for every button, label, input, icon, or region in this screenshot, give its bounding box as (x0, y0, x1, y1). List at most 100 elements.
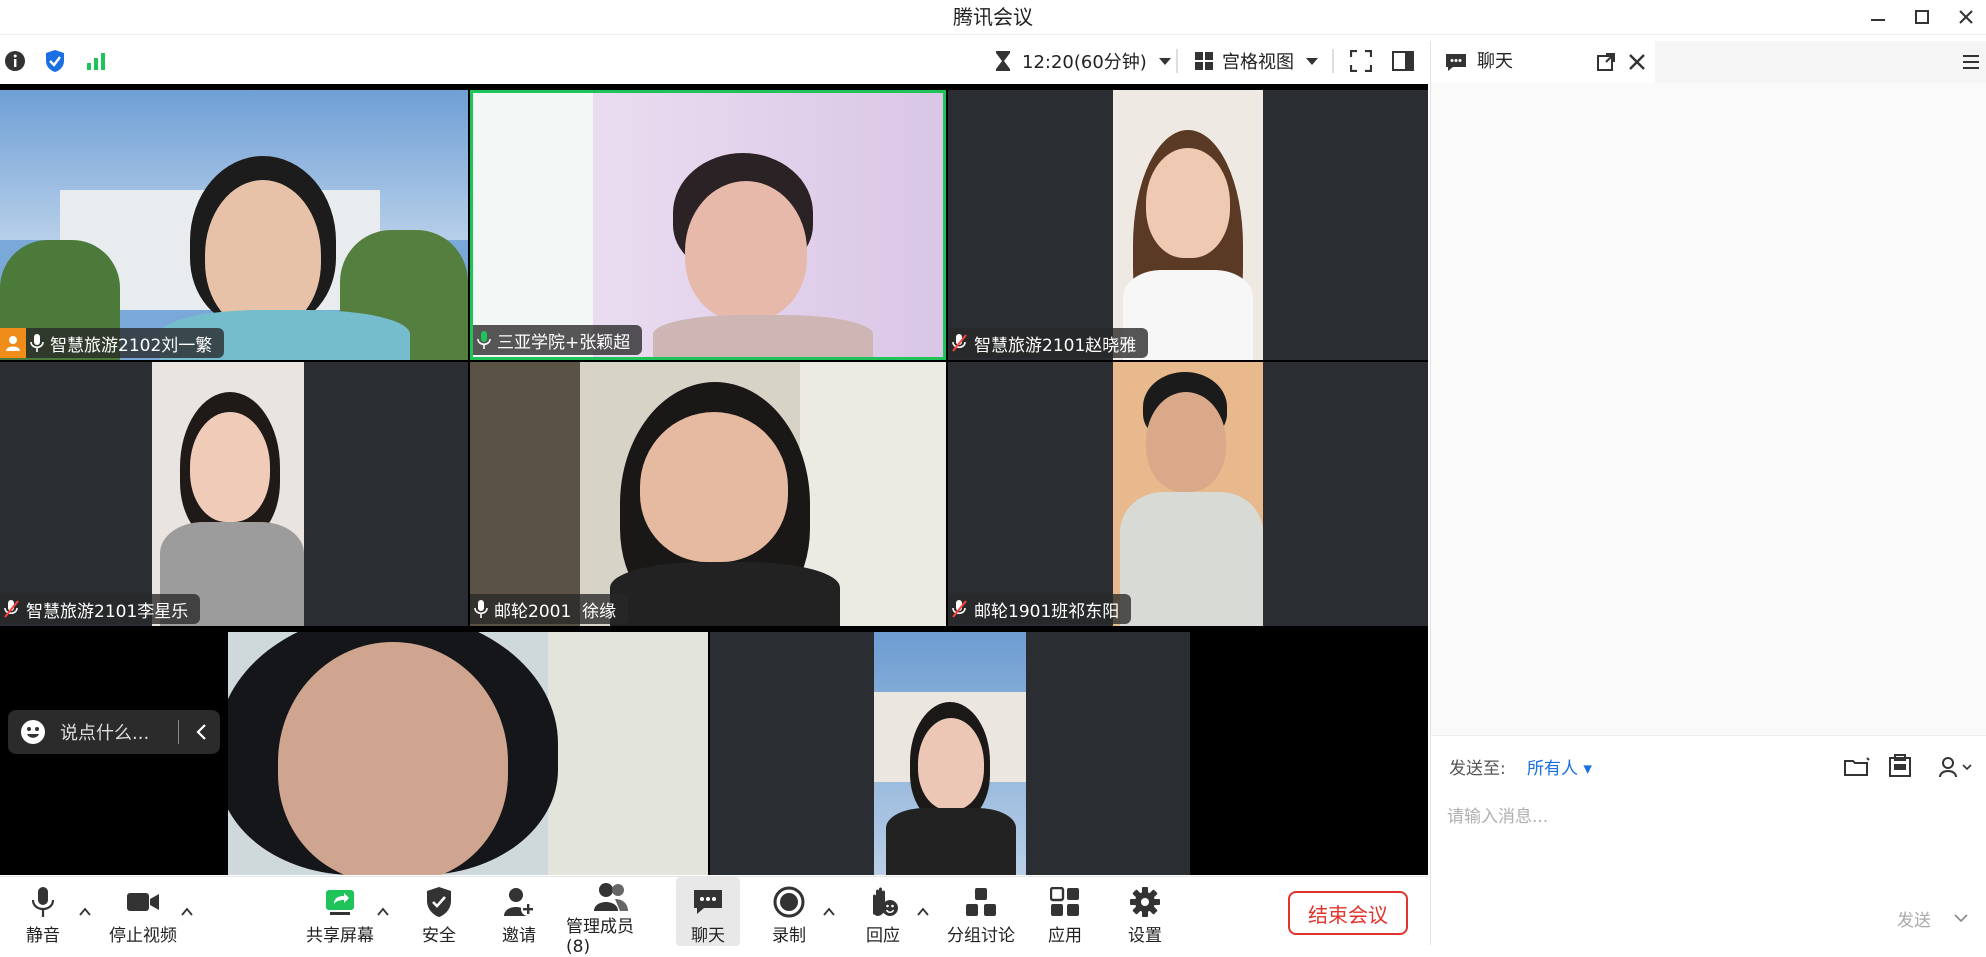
grid-view-icon (1195, 52, 1213, 70)
user-settings-icon[interactable] (1939, 756, 1973, 778)
gear-icon (1130, 886, 1160, 917)
video-tile[interactable] (228, 632, 708, 875)
breakout-icon (966, 887, 996, 916)
chevron-left-icon[interactable] (194, 723, 208, 741)
network-status-button[interactable] (86, 41, 108, 81)
video-tile[interactable]: 邮轮1901班祁东阳 (948, 362, 1428, 626)
toolbar-divider (1332, 49, 1334, 73)
hourglass-icon (996, 51, 1010, 71)
minimize-button[interactable] (1858, 0, 1898, 34)
pop-out-icon[interactable] (1596, 52, 1616, 72)
video-tile-active-speaker[interactable]: 三亚学院+张颖超 (470, 90, 946, 360)
react-button[interactable]: 回应 (858, 877, 908, 946)
chevron-up-icon[interactable] (822, 907, 836, 917)
close-window-button[interactable] (1946, 0, 1986, 34)
settings-label: 设置 (1128, 926, 1162, 946)
video-tile[interactable] (710, 632, 1190, 875)
divider (178, 720, 179, 744)
background-wall (548, 632, 708, 875)
participant-clothes (653, 315, 873, 357)
end-meeting-button[interactable]: 结束会议 (1288, 891, 1408, 935)
security-status-button[interactable] (44, 41, 66, 81)
invite-button[interactable]: 邀请 (494, 877, 544, 946)
manage-members-button[interactable]: 管理成员(8) (566, 877, 656, 957)
chevron-up-icon[interactable] (180, 907, 194, 917)
participant-name-tag: 邮轮2001 徐缘 (470, 594, 629, 624)
meeting-toolbar: 12:20(60分钟) 宫格视图 (0, 41, 1428, 81)
shield-check-icon (46, 50, 64, 72)
participant-name: 智慧旅游2102刘一繁 (50, 335, 213, 356)
participant-face (1146, 392, 1226, 492)
view-mode-label: 宫格视图 (1222, 52, 1294, 73)
participant-name: 邮轮1901班祁东阳 (974, 601, 1120, 622)
participant-face (278, 642, 508, 875)
control-bar: 静音 停止视频 共享屏幕 安全 邀请 管理成员(8) 聊天 录制 回应 分组讨论 (0, 876, 1428, 957)
chat-button[interactable]: 聊天 (676, 877, 740, 946)
chevron-up-icon[interactable] (376, 907, 390, 917)
manage-members-label: 管理成员(8) (566, 917, 634, 957)
maximize-button[interactable] (1902, 0, 1942, 34)
fullscreen-button[interactable] (1350, 41, 1372, 81)
security-button[interactable]: 安全 (414, 877, 464, 946)
chat-icon (1446, 54, 1466, 71)
apps-label: 应用 (1048, 926, 1082, 946)
chat-title: 聊天 (1477, 51, 1513, 72)
chevron-up-icon[interactable] (78, 907, 92, 917)
timer-text: 12:20(60分钟) (1022, 52, 1147, 73)
share-screen-button[interactable]: 共享屏幕 (300, 877, 380, 946)
participant-name: 邮轮2001 徐缘 (494, 601, 617, 622)
chat-messages-area (1431, 83, 1986, 775)
send-button[interactable]: 发送 (1897, 906, 1931, 931)
window-title: 腾讯会议 (953, 5, 1033, 29)
chevron-down-icon[interactable] (1953, 912, 1969, 924)
folder-icon[interactable] (1843, 756, 1871, 778)
microphone-icon (32, 886, 54, 917)
microphone-muted-icon (952, 334, 967, 352)
close-chat-icon[interactable] (1628, 53, 1646, 71)
send-to-label: 发送至: (1449, 759, 1506, 779)
send-to-dropdown[interactable]: 所有人 ▾ (1527, 754, 1592, 779)
microphone-muted-icon (952, 600, 967, 618)
mute-button[interactable]: 静音 (18, 877, 68, 946)
toggle-side-panel-button[interactable] (1392, 41, 1414, 81)
video-camera-icon (127, 892, 159, 911)
chat-label: 聊天 (691, 926, 725, 946)
participant-name-tag: 智慧旅游2101赵晓雅 (948, 328, 1149, 358)
record-button[interactable]: 录制 (764, 877, 814, 946)
video-tile[interactable]: 智慧旅游2102刘一繁 (0, 90, 468, 360)
share-screen-icon (326, 889, 354, 915)
participant-clothes (610, 562, 840, 626)
react-label: 回应 (866, 926, 900, 946)
participant-face (205, 180, 321, 330)
video-tile[interactable]: 智慧旅游2101赵晓雅 (948, 90, 1428, 360)
background-wall (473, 93, 593, 357)
say-something-bar[interactable]: 说点什么... (8, 710, 220, 754)
participant-clothes (886, 808, 1016, 875)
host-badge (0, 328, 26, 358)
announcement-icon[interactable] (1887, 754, 1913, 778)
meeting-timer[interactable]: 12:20(60分钟) (994, 41, 1173, 81)
meeting-info-button[interactable] (4, 41, 26, 81)
video-tile[interactable]: 邮轮2001 徐缘 (470, 362, 946, 626)
microphone-icon (30, 334, 44, 352)
participant-name-tag: 三亚学院+张颖超 (473, 325, 643, 355)
chat-header: 聊天 (1431, 41, 1986, 84)
apps-button[interactable]: 应用 (1040, 877, 1090, 946)
stop-video-button[interactable]: 停止视频 (108, 877, 178, 946)
chat-input[interactable]: 请输入消息... (1447, 802, 1548, 827)
signal-icon (87, 53, 105, 70)
video-tile[interactable]: 智慧旅游2101李星乐 (0, 362, 468, 626)
video-gallery: 智慧旅游2102刘一繁 三亚学院+张颖超 智慧旅游2101赵晓雅 智慧旅游210… (0, 84, 1428, 875)
breakout-label: 分组讨论 (947, 926, 1015, 946)
menu-icon[interactable] (1961, 53, 1981, 71)
breakout-rooms-button[interactable]: 分组讨论 (946, 877, 1016, 946)
record-icon (773, 886, 805, 917)
settings-button[interactable]: 设置 (1120, 877, 1170, 946)
stop-video-label: 停止视频 (109, 926, 177, 946)
invite-label: 邀请 (502, 926, 536, 946)
participant-face (640, 412, 788, 562)
microphone-muted-icon (4, 600, 19, 618)
view-mode-dropdown[interactable]: 宫格视图 (1194, 41, 1320, 81)
chevron-up-icon[interactable] (916, 907, 930, 917)
send-to-value: 所有人 (1527, 759, 1578, 779)
